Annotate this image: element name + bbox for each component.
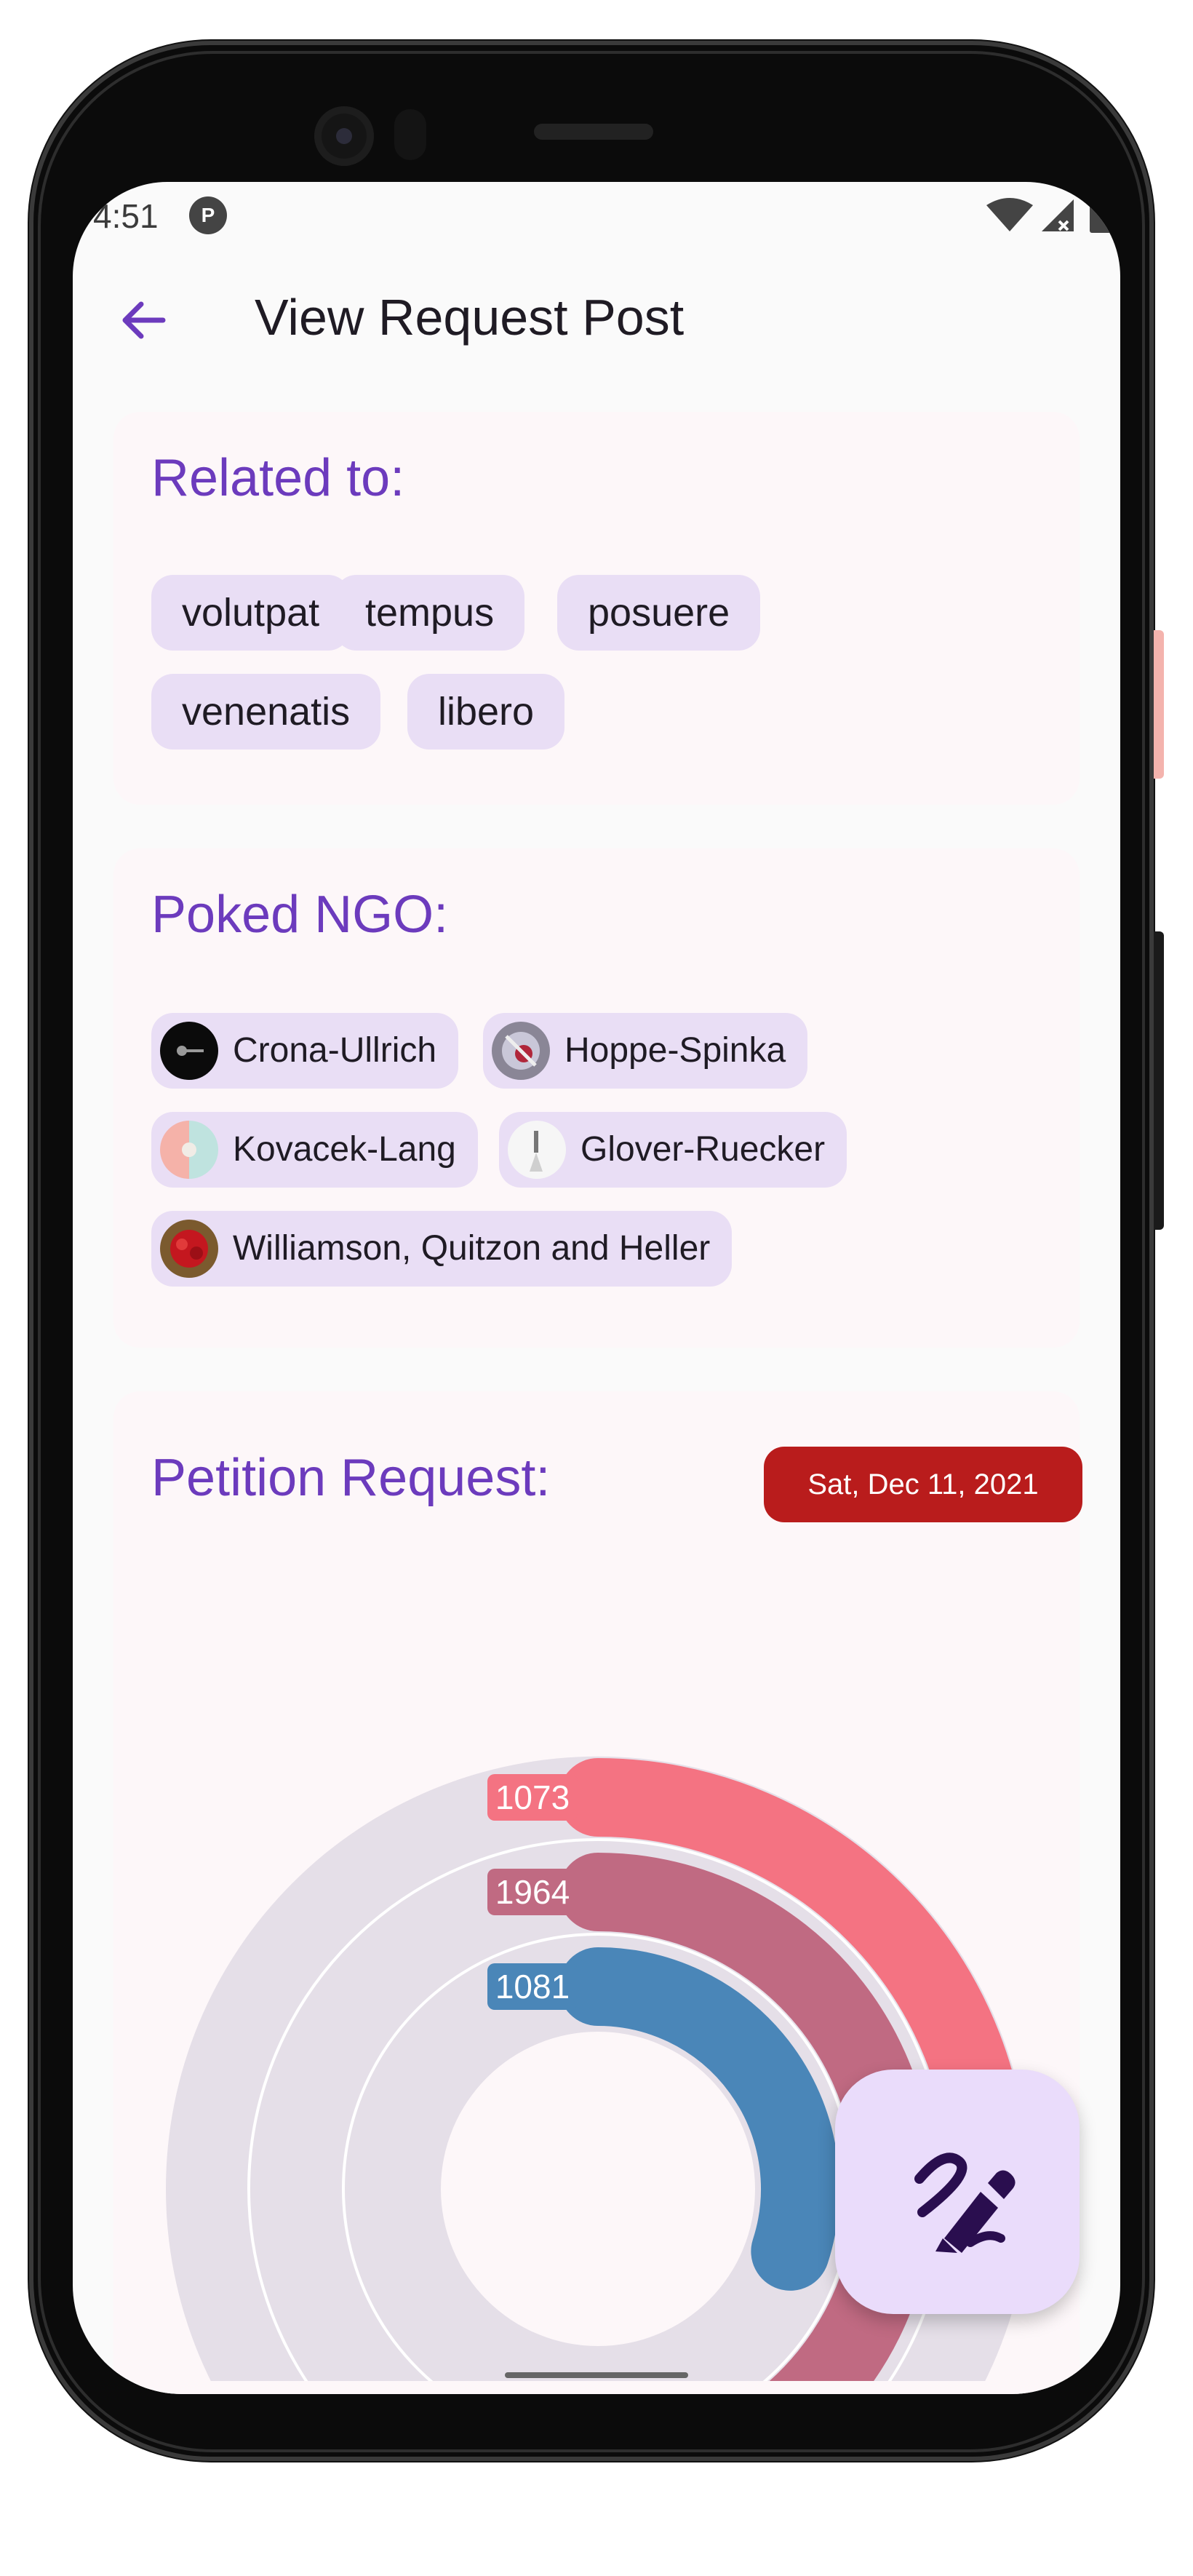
- back-arrow-icon[interactable]: [115, 291, 173, 349]
- ngo-name: Crona-Ullrich: [233, 1031, 437, 1070]
- data-label-text: 1081: [495, 1968, 570, 2005]
- ngo-name: Kovacek-Lang: [233, 1130, 456, 1169]
- ngo-chip[interactable]: Kovacek-Lang: [151, 1112, 478, 1188]
- tag-chip[interactable]: volutpat: [151, 575, 351, 651]
- edit-note-icon: [914, 2152, 1016, 2253]
- ngo-avatar: [160, 1121, 218, 1179]
- ngo-chip[interactable]: Glover-Ruecker: [499, 1112, 847, 1188]
- power-button[interactable]: [1154, 630, 1164, 779]
- page-title: View Request Post: [255, 289, 685, 346]
- screen: 4:51 P View Request Post Related to: vol…: [73, 182, 1120, 2394]
- proximity-sensor: [394, 109, 426, 160]
- ngo-chip[interactable]: Williamson, Quitzon and Heller: [151, 1211, 733, 1287]
- ngo-avatar: [508, 1121, 566, 1179]
- data-label-1073: 1073: [487, 1774, 578, 1821]
- earpiece-speaker: [534, 124, 653, 140]
- petition-heading: Petition Request:: [151, 1449, 551, 1507]
- ngo-name: Glover-Ruecker: [580, 1130, 826, 1169]
- wifi-icon: [986, 198, 1033, 231]
- data-label-1081: 1081: [487, 1963, 578, 2010]
- edit-fab-button[interactable]: [835, 2070, 1080, 2314]
- tag-chip[interactable]: libero: [407, 674, 565, 750]
- related-heading: Related to:: [151, 449, 405, 507]
- signal-icon: [1042, 199, 1074, 231]
- tag-chip[interactable]: tempus: [335, 575, 525, 651]
- battery-icon: [1090, 202, 1112, 233]
- app-bar: View Request Post: [73, 262, 1120, 371]
- status-bar: 4:51 P: [73, 182, 1120, 247]
- ngo-avatar: [160, 1220, 218, 1278]
- data-label-1964: 1964: [487, 1869, 578, 1915]
- home-indicator[interactable]: [505, 2372, 688, 2378]
- date-badge[interactable]: Sat, Dec 11, 2021: [764, 1447, 1082, 1522]
- status-time: 4:51: [93, 197, 159, 235]
- volume-button[interactable]: [1154, 931, 1164, 1230]
- ngo-name: Williamson, Quitzon and Heller: [233, 1229, 711, 1268]
- notification-badge: P: [189, 196, 227, 234]
- tag-chip[interactable]: venenatis: [151, 674, 381, 750]
- data-label-text: 1964: [495, 1873, 570, 1911]
- ngo-chip[interactable]: Crona-Ullrich: [151, 1013, 459, 1089]
- ngo-avatar: [492, 1022, 550, 1080]
- ngo-name: Hoppe-Spinka: [564, 1031, 786, 1070]
- front-camera: [314, 106, 374, 166]
- poked-ngo-card: Poked NGO: Crona-Ullrich Hoppe-Spinka Ko…: [113, 848, 1080, 1348]
- ngo-chip[interactable]: Hoppe-Spinka: [483, 1013, 808, 1089]
- data-label-text: 1073: [495, 1778, 570, 1816]
- poked-ngo-heading: Poked NGO:: [151, 886, 449, 944]
- related-card: Related to: volutpat tempus posuere vene…: [113, 412, 1080, 805]
- ngo-avatar: [160, 1022, 218, 1080]
- tag-chip[interactable]: posuere: [557, 575, 761, 651]
- system-icons: [986, 198, 1112, 233]
- radial-bar-1081: [559, 1947, 839, 2291]
